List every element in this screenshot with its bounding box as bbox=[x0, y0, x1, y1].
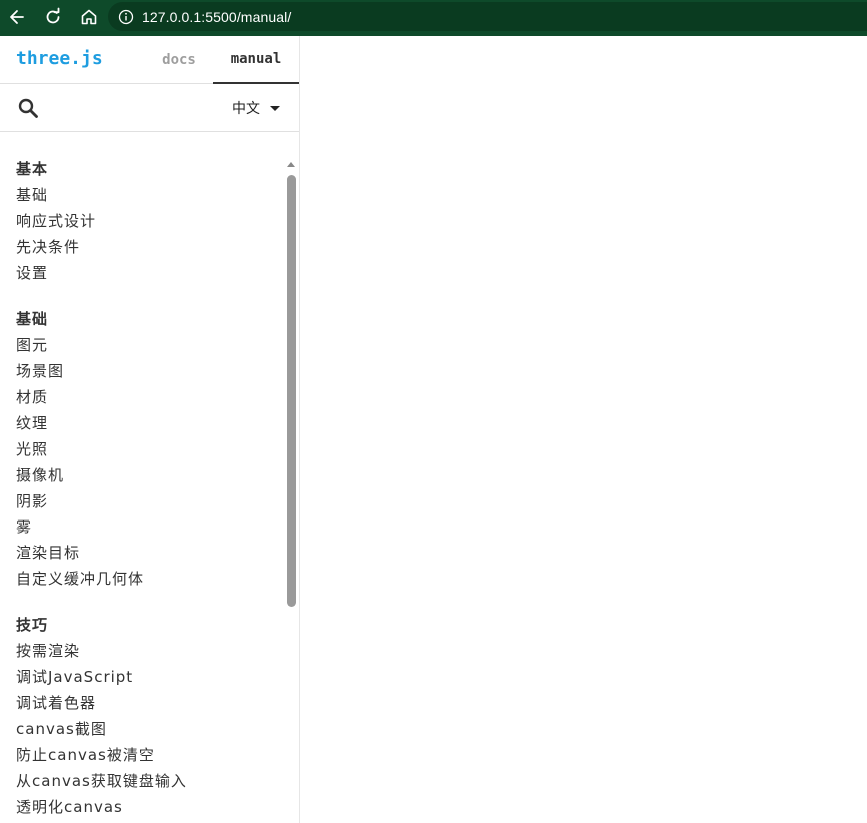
home-button[interactable] bbox=[76, 4, 102, 30]
url-text: 127.0.0.1:5500/manual/ bbox=[142, 8, 292, 25]
nav-item[interactable]: 图元 bbox=[0, 332, 286, 358]
nav-item[interactable]: 先决条件 bbox=[0, 234, 286, 260]
nav-item[interactable]: 透明化canvas bbox=[0, 794, 286, 820]
nav-item[interactable]: 光照 bbox=[0, 436, 286, 462]
nav-item[interactable]: 材质 bbox=[0, 384, 286, 410]
nav-item[interactable]: 渲染目标 bbox=[0, 540, 286, 566]
scroll-thumb[interactable] bbox=[287, 175, 296, 607]
search-row: 中文 bbox=[0, 84, 299, 132]
nav-item[interactable]: 雾 bbox=[0, 514, 286, 540]
arrow-left-icon bbox=[10, 9, 24, 24]
nav-group: 技巧按需渲染 调试JavaScript 调试着色器 canvas截图 防止canvas被… bbox=[0, 612, 286, 820]
language-label: 中文 bbox=[232, 101, 260, 117]
scroll-up-arrow-icon[interactable] bbox=[287, 162, 295, 167]
nav-group-title: 基础 bbox=[16, 310, 49, 328]
address-bar[interactable]: 127.0.0.1:5500/manual/ bbox=[108, 2, 867, 31]
nav-item[interactable]: 场景图 bbox=[0, 358, 286, 384]
nav-group: 基本基础 响应式设计 先决条件 设置 bbox=[0, 156, 286, 286]
sidebar-header: three.js docs manual bbox=[0, 36, 299, 84]
nav-item[interactable]: 防止canvas被清空 bbox=[0, 742, 286, 768]
nav-group: 基础图元 场景图 材质 纹理 光照 摄像机 阴影雾渲染目标 自定义缓冲几何体 bbox=[0, 306, 286, 592]
tab-manual[interactable]: manual bbox=[213, 36, 299, 84]
main-content bbox=[300, 36, 867, 823]
scrollbar[interactable] bbox=[286, 160, 298, 823]
nav-item[interactable]: 按需渲染 bbox=[0, 638, 286, 664]
back-button[interactable] bbox=[4, 4, 30, 30]
nav-group-title: 技巧 bbox=[16, 616, 49, 634]
nav-item[interactable]: 阴影 bbox=[0, 488, 286, 514]
nav-item[interactable]: 响应式设计 bbox=[0, 208, 286, 234]
nav-item[interactable]: 从canvas获取键盘输入 bbox=[0, 768, 286, 794]
nav-item[interactable]: 设置 bbox=[0, 260, 286, 286]
nav-item[interactable]: 调试JavaScript bbox=[0, 664, 286, 690]
logo[interactable]: three.js bbox=[16, 48, 103, 69]
nav-list: 基本 基础 响应式设计 先决条件 设置 基础 图元 场景图 材质 纹理 光照 摄像机 阴影雾渲染目标 自定… bbox=[0, 156, 286, 823]
nav-item[interactable]: 纹理 bbox=[0, 410, 286, 436]
reload-icon bbox=[46, 7, 60, 23]
sidebar: three.js docs manual 中文 基本 基础 响应式设计 先决条件 设置基… bbox=[0, 36, 300, 823]
home-icon bbox=[81, 9, 97, 24]
nav-item[interactable]: 基础 bbox=[0, 182, 286, 208]
search-icon[interactable] bbox=[16, 96, 40, 120]
reload-button[interactable] bbox=[40, 4, 66, 30]
nav-item[interactable]: 自定义缓冲几何体 bbox=[0, 566, 286, 592]
nav-item[interactable]: 调试着色器 bbox=[0, 690, 286, 716]
tab-docs[interactable]: docs bbox=[148, 36, 210, 84]
nav-group-title: 基本 bbox=[16, 160, 49, 178]
nav-item[interactable]: canvas截图 bbox=[0, 716, 286, 742]
info-icon[interactable] bbox=[118, 9, 134, 25]
language-select[interactable]: 中文 bbox=[232, 96, 290, 120]
nav-item[interactable]: 摄像机 bbox=[0, 462, 286, 488]
chevron-down-icon bbox=[270, 105, 280, 111]
browser-toolbar: 127.0.0.1:5500/manual/ bbox=[0, 0, 867, 33]
